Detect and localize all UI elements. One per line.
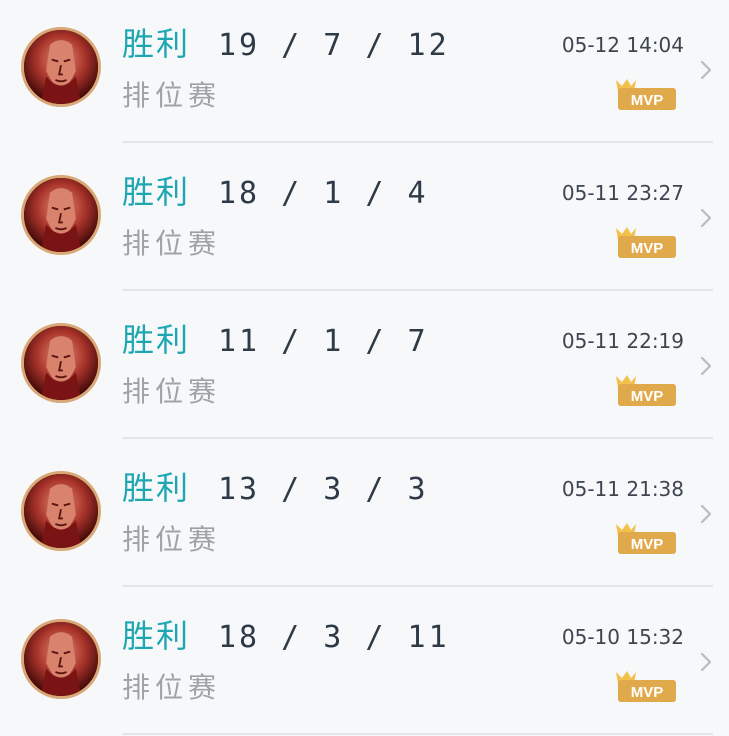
match-time: 05-11 22:19 [561, 329, 684, 353]
match-history-list: 胜利 19 / 7 / 12 排位赛 05-12 14:04 MVP 胜利 18… [0, 0, 729, 736]
mvp-badge-label: MVP [631, 92, 664, 109]
mvp-badge-label: MVP [631, 240, 664, 257]
game-mode: 排位赛 [122, 227, 222, 260]
mvp-badge-icon: MVP [614, 226, 678, 260]
chevron-right-icon[interactable] [698, 58, 714, 82]
match-time: 05-10 15:32 [561, 625, 684, 649]
kda-score: 19 / 7 / 12 [218, 28, 450, 63]
match-time: 05-11 23:27 [561, 181, 684, 205]
chevron-right-icon[interactable] [698, 206, 714, 230]
hero-portrait-icon [21, 471, 101, 551]
kda-score: 18 / 1 / 4 [218, 176, 429, 211]
chevron-right-icon[interactable] [698, 502, 714, 526]
kda-score: 13 / 3 / 3 [218, 472, 429, 507]
row-divider [122, 585, 713, 587]
match-row[interactable]: 胜利 11 / 1 / 7 排位赛 05-11 22:19 MVP [0, 296, 729, 444]
match-result: 胜利 [122, 321, 191, 359]
match-row[interactable]: 胜利 18 / 3 / 11 排位赛 05-10 15:32 MVP [0, 592, 729, 736]
match-time: 05-12 14:04 [561, 33, 684, 57]
match-result: 胜利 [122, 617, 191, 655]
row-divider [122, 733, 713, 735]
match-result: 胜利 [122, 25, 191, 63]
match-time: 05-11 21:38 [561, 477, 684, 501]
kda-score: 18 / 3 / 11 [218, 620, 450, 655]
match-result: 胜利 [122, 469, 191, 507]
hero-portrait-icon [21, 175, 101, 255]
kda-score: 11 / 1 / 7 [218, 324, 429, 359]
game-mode: 排位赛 [122, 79, 222, 112]
match-row[interactable]: 胜利 19 / 7 / 12 排位赛 05-12 14:04 MVP [0, 0, 729, 148]
game-mode: 排位赛 [122, 375, 222, 408]
mvp-badge-label: MVP [631, 684, 664, 701]
mvp-badge-icon: MVP [614, 522, 678, 556]
hero-portrait-icon [21, 323, 101, 403]
row-divider [122, 289, 713, 291]
mvp-badge-icon: MVP [614, 374, 678, 408]
chevron-right-icon[interactable] [698, 354, 714, 378]
hero-portrait-icon [21, 619, 101, 699]
row-divider [122, 141, 713, 143]
mvp-badge-label: MVP [631, 388, 664, 405]
game-mode: 排位赛 [122, 671, 222, 704]
chevron-right-icon[interactable] [698, 650, 714, 674]
mvp-badge-label: MVP [631, 536, 664, 553]
match-row[interactable]: 胜利 13 / 3 / 3 排位赛 05-11 21:38 MVP [0, 444, 729, 592]
row-divider [122, 437, 713, 439]
mvp-badge-icon: MVP [614, 78, 678, 112]
mvp-badge-icon: MVP [614, 670, 678, 704]
hero-portrait-icon [21, 27, 101, 107]
game-mode: 排位赛 [122, 523, 222, 556]
match-result: 胜利 [122, 173, 191, 211]
match-row[interactable]: 胜利 18 / 1 / 4 排位赛 05-11 23:27 MVP [0, 148, 729, 296]
